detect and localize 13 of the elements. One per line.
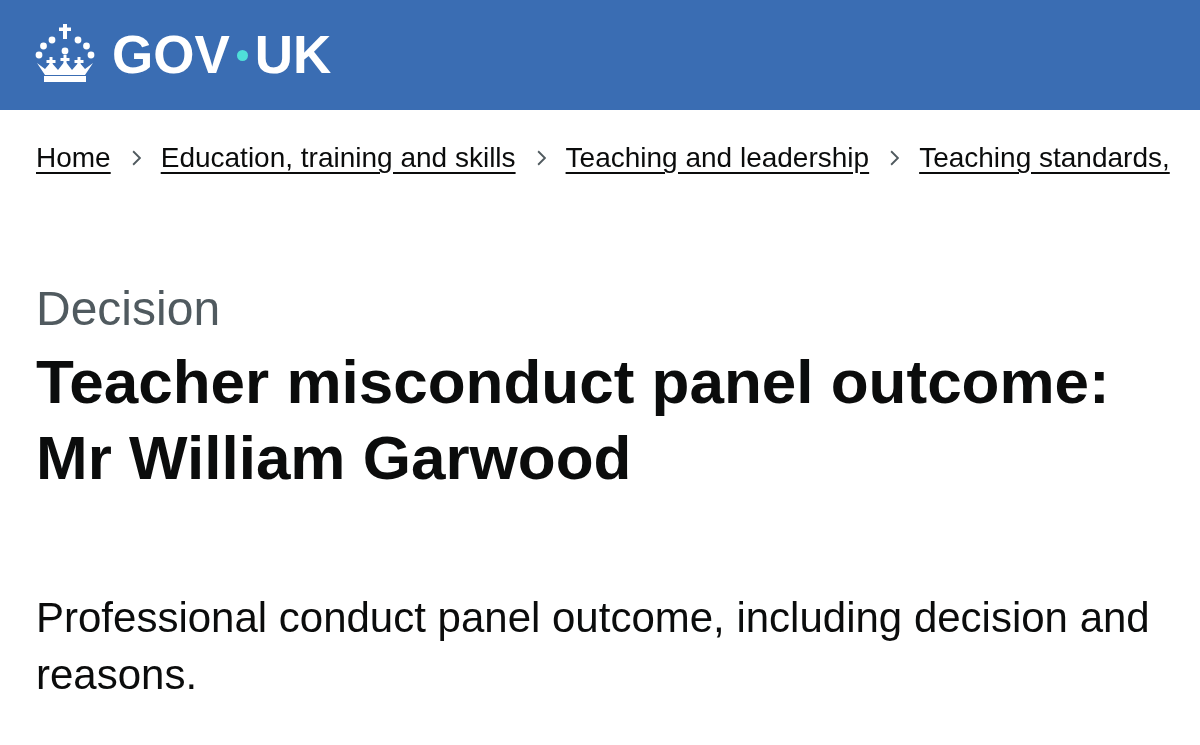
page-caption: Decision [36,281,221,337]
chevron-icon [131,150,141,166]
breadcrumb-link[interactable]: Home [36,140,111,176]
dot-icon [236,49,248,61]
home-logo-link[interactable]: GOV UK [35,25,332,85]
lead-paragraph: Professional conduct panel outcome, including decision and reasons. [36,593,1151,700]
chevron-icon [890,150,900,166]
page-title: Teacher misconduct panel outcome: Mr William Garwood [36,346,1111,494]
breadcrumb-link[interactable]: Education, training and skills [160,140,516,176]
crown-icon [35,24,95,82]
breadcrumb-link[interactable]: Teaching and leadership [565,140,870,176]
chevron-icon [536,150,546,166]
breadcrumb-link[interactable]: Teaching standards, [919,140,1170,176]
